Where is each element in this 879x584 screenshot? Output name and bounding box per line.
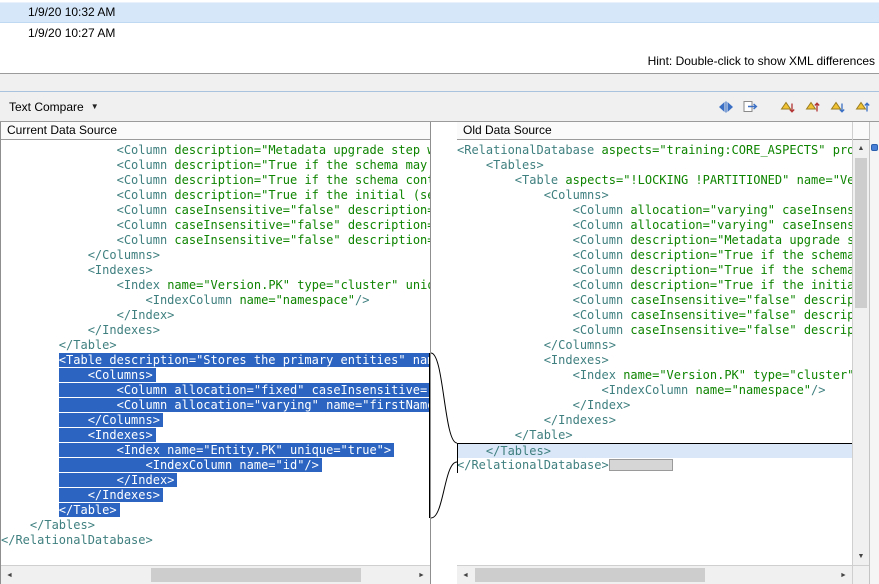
empty-diff-placeholder xyxy=(609,459,673,471)
code-line[interactable]: </Indexes> xyxy=(457,413,852,428)
code-line[interactable]: <IndexColumn name="namespace"/> xyxy=(1,293,430,308)
code-line[interactable]: <Index name="Version.PK" type="cluster" … xyxy=(1,278,430,293)
diff-highlight-line[interactable]: <Indexes> xyxy=(1,428,430,443)
text-compare-label: Text Compare xyxy=(9,100,84,114)
copy-all-left-to-right-icon[interactable] xyxy=(741,97,761,117)
code-line[interactable]: <Column allocation="varying" caseInsensi… xyxy=(457,218,852,233)
right-pane: Old Data Source <RelationalDatabase aspe… xyxy=(457,122,852,584)
code-line[interactable]: <Column description="Metadata upgrade st… xyxy=(1,143,430,158)
left-hscroll-thumb[interactable] xyxy=(151,568,361,582)
diff-block-edge xyxy=(429,353,430,518)
code-line[interactable]: </Indexes> xyxy=(1,323,430,338)
right-code[interactable]: <RelationalDatabase aspects="training:CO… xyxy=(457,140,852,565)
diff-highlight-line[interactable]: </Index> xyxy=(1,473,430,488)
code-line[interactable]: </Index> xyxy=(1,308,430,323)
compare-body: Current Data Source <Column description=… xyxy=(0,122,879,584)
code-line[interactable]: <Column caseInsensitive="false" descript… xyxy=(457,308,852,323)
right-hscroll-thumb[interactable] xyxy=(475,568,705,582)
vscroll-thumb[interactable] xyxy=(855,158,867,308)
right-hscrollbar[interactable]: ◄ ► xyxy=(457,565,852,584)
code-line[interactable]: </Table> xyxy=(1,338,430,353)
diff-overview-marker[interactable] xyxy=(871,144,878,151)
code-line[interactable]: <IndexColumn name="namespace"/> xyxy=(457,383,852,398)
code-line[interactable]: </Tables> xyxy=(457,443,852,458)
code-line[interactable]: <Indexes> xyxy=(1,263,430,278)
code-line[interactable]: <Column description="True if the schema … xyxy=(1,173,430,188)
code-line[interactable]: <Column description="Metadata upgrade st… xyxy=(457,233,852,248)
left-pane: Current Data Source <Column description=… xyxy=(0,122,431,584)
hint-text: Hint: Double-click to show XML differenc… xyxy=(648,54,875,68)
code-line[interactable]: <Column allocation="varying" caseInsensi… xyxy=(457,203,852,218)
history-row-selected[interactable]: 1/9/20 10:32 AM xyxy=(0,2,879,23)
code-line[interactable]: <Column description="True if the schema … xyxy=(1,158,430,173)
code-line[interactable]: <Column caseInsensitive="false" descript… xyxy=(1,233,430,248)
hint-bar: Hint: Double-click to show XML differenc… xyxy=(0,43,879,74)
code-line[interactable]: <Column description="True if the initial… xyxy=(1,188,430,203)
scroll-right-icon[interactable]: ► xyxy=(835,566,852,584)
scroll-left-icon[interactable]: ◄ xyxy=(457,566,474,584)
history-list: 1/9/20 10:32 AM 1/9/20 10:27 AM xyxy=(0,0,879,43)
compare-window: 1/9/20 10:32 AM 1/9/20 10:27 AM Hint: Do… xyxy=(0,0,879,584)
code-line[interactable]: <Indexes> xyxy=(457,353,852,368)
diff-highlight-line[interactable]: </Columns> xyxy=(1,413,430,428)
swap-view-icon[interactable] xyxy=(716,97,736,117)
code-line[interactable]: <Column description="True if the initial… xyxy=(457,278,852,293)
diff-highlight-line[interactable]: <Columns> xyxy=(1,368,430,383)
scroll-right-icon[interactable]: ► xyxy=(413,566,430,584)
vscroll-header-spacer xyxy=(853,122,869,140)
code-line[interactable]: <Column description="True if the schema … xyxy=(457,248,852,263)
diff-highlight-line[interactable]: </Indexes> xyxy=(1,488,430,503)
diff-insert-edge xyxy=(457,443,458,473)
diff-connector-lines xyxy=(431,122,457,584)
text-compare-selector[interactable]: Text Compare ▼ xyxy=(9,100,99,114)
diff-highlight-line[interactable]: <Index name="Entity.PK" unique="true"> xyxy=(1,443,430,458)
code-line[interactable]: </Columns> xyxy=(1,248,430,263)
vscrollbar-column: ▲ ▼ xyxy=(852,122,869,584)
code-line[interactable]: <Column caseInsensitive="false" descript… xyxy=(457,293,852,308)
scrollbar-corner xyxy=(853,565,869,584)
history-timestamp: 1/9/20 10:27 AM xyxy=(28,26,115,40)
code-line[interactable]: <RelationalDatabase aspects="training:CO… xyxy=(457,143,852,158)
code-line[interactable]: <Column caseInsensitive="false" descript… xyxy=(1,218,430,233)
chevron-down-icon: ▼ xyxy=(91,103,99,111)
diff-highlight-line[interactable]: <Table description="Stores the primary e… xyxy=(1,353,430,368)
code-line[interactable]: <Column caseInsensitive="false" descript… xyxy=(457,323,852,338)
right-vscrollbar[interactable]: ▲ ▼ xyxy=(853,140,869,565)
history-timestamp: 1/9/20 10:32 AM xyxy=(28,5,115,19)
left-hscrollbar[interactable]: ◄ ► xyxy=(1,565,430,584)
overview-ruler[interactable] xyxy=(869,122,879,584)
code-line[interactable]: <Tables> xyxy=(457,158,852,173)
diff-highlight-line[interactable]: </Table> xyxy=(1,503,430,518)
code-line[interactable]: <Columns> xyxy=(457,188,852,203)
code-line[interactable]: </Columns> xyxy=(457,338,852,353)
previous-change-icon[interactable] xyxy=(853,97,873,117)
toolbar-icons xyxy=(716,97,873,117)
diff-gutter xyxy=(431,122,457,584)
compare-toolbar: Text Compare ▼ xyxy=(0,91,879,122)
scroll-up-icon[interactable]: ▲ xyxy=(853,140,869,157)
code-line[interactable]: <Column description="True if the schema … xyxy=(457,263,852,278)
code-line[interactable]: </RelationalDatabase> xyxy=(457,458,852,473)
diff-highlight-line[interactable]: <Column allocation="fixed" caseInsensiti… xyxy=(1,383,430,398)
section-spacer xyxy=(0,74,879,91)
scroll-left-icon[interactable]: ◄ xyxy=(1,566,18,584)
code-line[interactable]: <Column caseInsensitive="false" descript… xyxy=(1,203,430,218)
diff-highlight-line[interactable]: <Column allocation="varying" name="first… xyxy=(1,398,430,413)
code-line[interactable]: </Table> xyxy=(457,428,852,443)
next-change-icon[interactable] xyxy=(828,97,848,117)
left-pane-title: Current Data Source xyxy=(1,122,430,140)
code-line[interactable]: </RelationalDatabase> xyxy=(1,533,430,548)
code-line[interactable]: <Table aspects="!LOCKING !PARTITIONED" n… xyxy=(457,173,852,188)
next-difference-icon[interactable] xyxy=(778,97,798,117)
right-pane-title: Old Data Source xyxy=(457,122,852,140)
left-code[interactable]: <Column description="Metadata upgrade st… xyxy=(1,140,430,565)
history-row[interactable]: 1/9/20 10:27 AM xyxy=(0,23,879,43)
previous-difference-icon[interactable] xyxy=(803,97,823,117)
diff-highlight-line[interactable]: <IndexColumn name="id"/> xyxy=(1,458,430,473)
scroll-down-icon[interactable]: ▼ xyxy=(853,548,869,565)
code-line[interactable]: </Index> xyxy=(457,398,852,413)
code-line[interactable]: </Tables> xyxy=(1,518,430,533)
code-line[interactable]: <Index name="Version.PK" type="cluster" … xyxy=(457,368,852,383)
